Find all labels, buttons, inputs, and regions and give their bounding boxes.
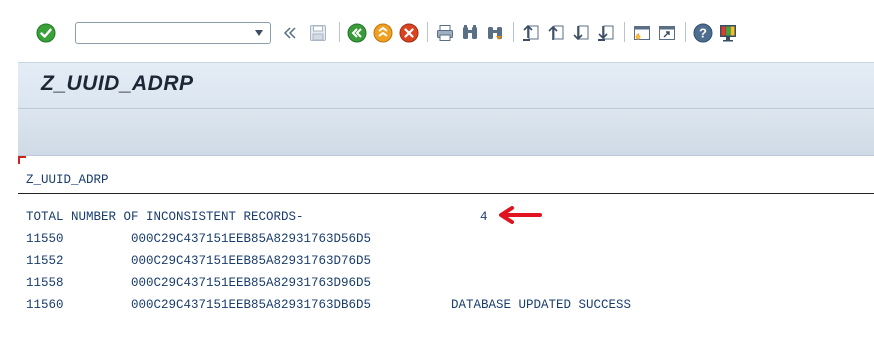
toolbar-separator [624, 22, 625, 42]
record-id: 11558 [26, 276, 64, 290]
record-uuid: 000C29C437151EEB85A82931763D76D5 [131, 254, 372, 268]
toolbar-separator [513, 22, 514, 42]
record-status: DATABASE UPDATED SUCCESS [451, 298, 632, 312]
create-shortcut-icon[interactable] [656, 22, 678, 44]
red-arrow-icon [499, 206, 542, 224]
toolbar-separator [339, 22, 340, 42]
record-id: 11550 [26, 232, 64, 246]
record-uuid: 000C29C437151EEB85A82931763D56D5 [131, 232, 372, 246]
next-page-icon[interactable] [570, 22, 592, 44]
total-label: TOTAL NUMBER OF INCONSISTENT RECORDS- [26, 210, 304, 224]
report-window: Z_UUID_ADRP Z_UUID_ADRP TOTAL NUMBER OF … [18, 62, 874, 360]
first-page-icon[interactable] [520, 22, 542, 44]
header-rule [18, 193, 874, 194]
print-icon[interactable] [434, 22, 456, 44]
enter-icon[interactable] [35, 22, 57, 44]
command-dropdown-icon[interactable] [252, 26, 266, 40]
customize-layout-icon[interactable] [717, 22, 739, 44]
list-output: Z_UUID_ADRP TOTAL NUMBER OF INCONSISTENT… [18, 156, 874, 360]
window-title: Z_UUID_ADRP [41, 72, 194, 95]
last-page-icon[interactable] [595, 22, 617, 44]
svg-text:?: ? [699, 26, 707, 41]
create-session-icon[interactable] [631, 22, 653, 44]
report-header: Z_UUID_ADRP [26, 173, 109, 187]
command-field[interactable] [75, 22, 271, 44]
help-icon[interactable]: ? [692, 22, 714, 44]
record-id: 11560 [26, 298, 64, 312]
exit-icon[interactable] [372, 22, 394, 44]
list-corner-marker [18, 156, 26, 164]
record-id: 11552 [26, 254, 64, 268]
command-input[interactable] [78, 24, 256, 42]
find-icon[interactable] [459, 22, 481, 44]
find-next-icon[interactable] [484, 22, 506, 44]
cancel-icon[interactable] [398, 22, 420, 44]
system-toolbar: ? [0, 0, 874, 62]
toolbar-separator [427, 22, 428, 42]
record-uuid: 000C29C437151EEB85A82931763D96D5 [131, 276, 372, 290]
record-uuid: 000C29C437151EEB85A82931763DB6D5 [131, 298, 372, 312]
collapse-icon[interactable] [281, 22, 299, 44]
total-value: 4 [480, 210, 488, 224]
previous-page-icon[interactable] [545, 22, 567, 44]
back-icon[interactable] [346, 22, 368, 44]
save-icon[interactable] [307, 22, 329, 44]
title-bar: Z_UUID_ADRP [18, 62, 874, 108]
application-toolbar [18, 108, 874, 156]
toolbar-separator [685, 22, 686, 42]
